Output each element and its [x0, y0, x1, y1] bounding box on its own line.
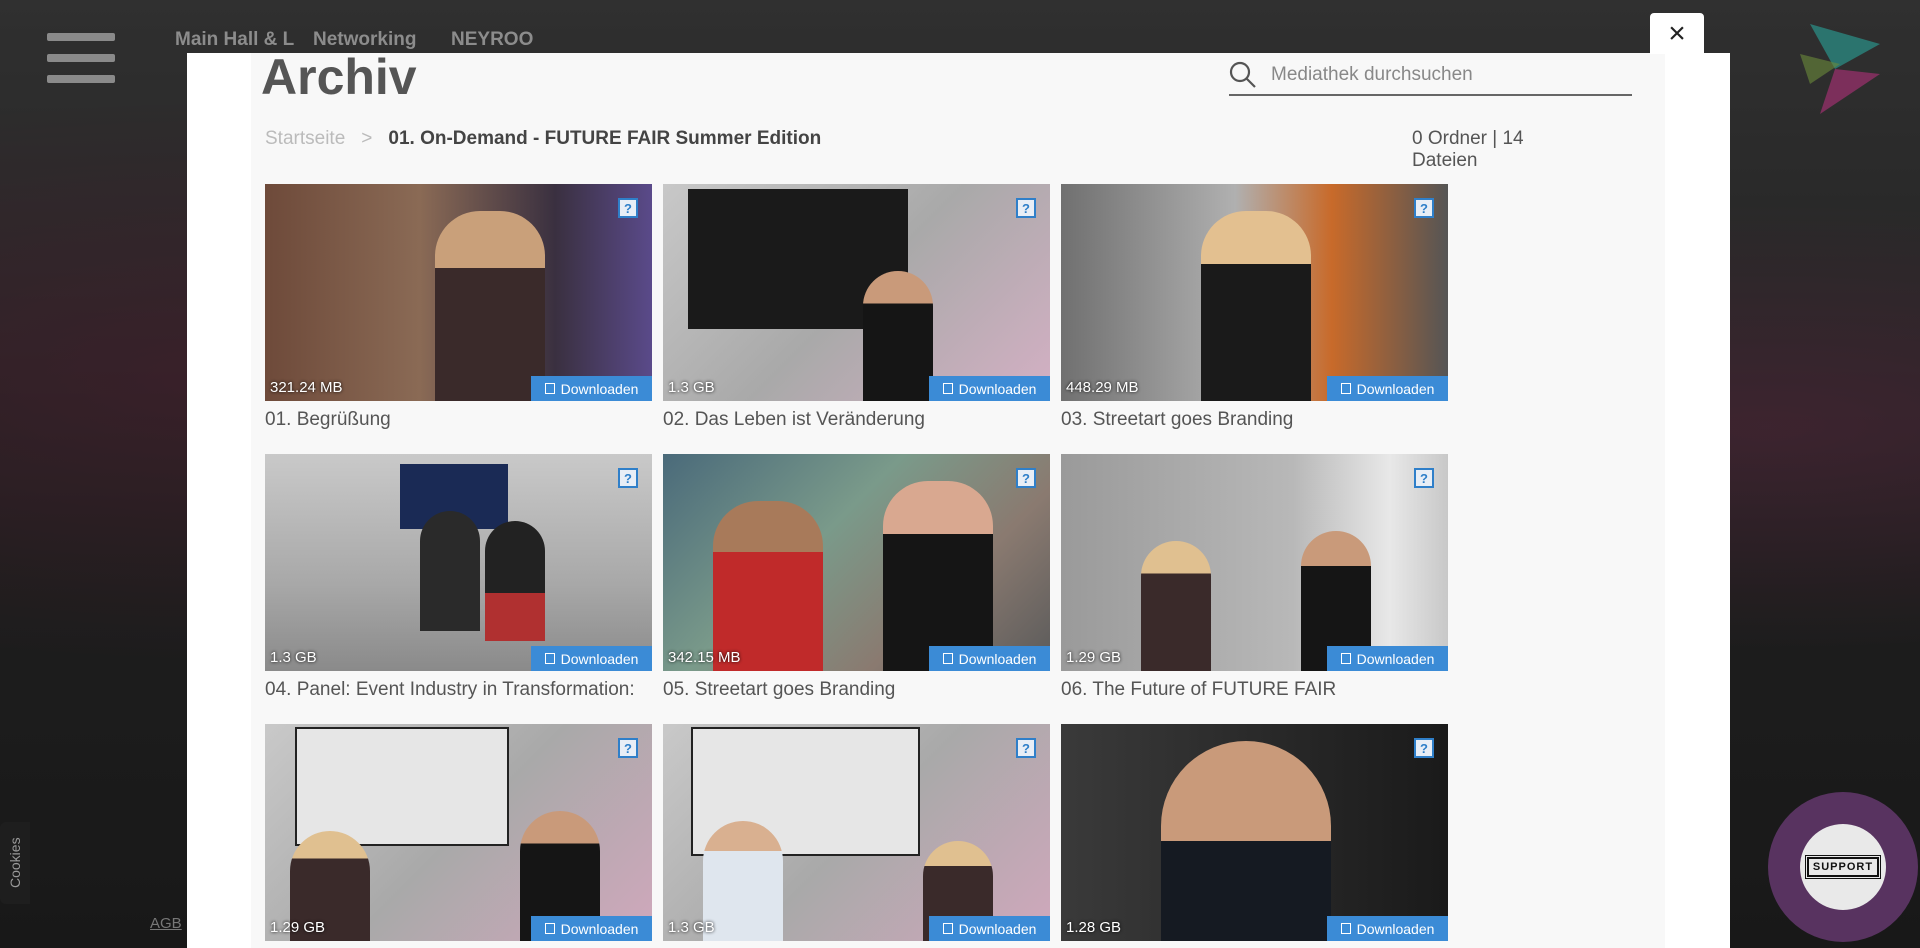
- file-size: 1.29 GB: [270, 919, 326, 936]
- download-icon: [942, 653, 953, 664]
- download-button[interactable]: Downloaden: [929, 646, 1050, 671]
- future-fair-logo-icon: [1800, 24, 1880, 114]
- breadcrumb-home[interactable]: Startseite: [265, 128, 345, 150]
- download-button[interactable]: Downloaden: [531, 376, 652, 401]
- download-label: Downloaden: [560, 650, 639, 667]
- download-button[interactable]: Downloaden: [1327, 376, 1448, 401]
- close-icon: ×: [1668, 16, 1686, 50]
- video-thumbnail[interactable]: ? 1.28 GB Downloaden: [1061, 724, 1448, 941]
- presenter-figure: [1141, 541, 1211, 671]
- media-card[interactable]: ? 1.29 GB Downloaden 06. The Future of F…: [1061, 454, 1448, 701]
- file-size: 321.24 MB: [270, 379, 343, 396]
- download-icon: [1340, 383, 1351, 394]
- video-thumbnail[interactable]: ? 321.24 MB Downloaden: [265, 184, 652, 401]
- media-title: 06. The Future of FUTURE FAIR: [1061, 679, 1337, 700]
- download-button[interactable]: Downloaden: [1327, 916, 1448, 941]
- question-icon[interactable]: ?: [1016, 738, 1036, 758]
- download-icon: [1340, 923, 1351, 934]
- presenter-figure: [863, 271, 933, 401]
- presenter-figure: [435, 211, 545, 401]
- download-label: Downloaden: [1356, 380, 1435, 397]
- media-title: 03. Streetart goes Branding: [1061, 409, 1294, 430]
- video-thumbnail[interactable]: ? 1.29 GB Downloaden: [265, 724, 652, 941]
- media-card[interactable]: ? 1.28 GB Downloaden: [1061, 724, 1448, 941]
- download-icon: [1340, 653, 1351, 664]
- presenter-figure: [1201, 211, 1311, 401]
- file-size: 1.3 GB: [668, 379, 715, 396]
- file-size: 1.29 GB: [1066, 649, 1122, 666]
- search-bar: [1229, 56, 1632, 96]
- question-icon[interactable]: ?: [1414, 468, 1434, 488]
- download-label: Downloaden: [958, 920, 1037, 937]
- media-card[interactable]: ? 1.29 GB Downloaden: [265, 724, 652, 941]
- download-button[interactable]: Downloaden: [1327, 646, 1448, 671]
- media-title: 04. Panel: Event Industry in Transformat…: [265, 679, 635, 700]
- media-card[interactable]: ? 321.24 MB Downloaden 01. Begrüßung: [265, 184, 652, 431]
- cookies-tab[interactable]: Cookies: [0, 822, 30, 904]
- question-icon[interactable]: ?: [1016, 468, 1036, 488]
- media-card[interactable]: ? 342.15 MB Downloaden 05. Streetart goe…: [663, 454, 1050, 701]
- media-title: 05. Streetart goes Branding: [663, 679, 896, 700]
- media-card[interactable]: ? 1.3 GB Downloaden: [663, 724, 1050, 941]
- question-icon[interactable]: ?: [1016, 198, 1036, 218]
- question-icon[interactable]: ?: [618, 468, 638, 488]
- speaker-figure: [1161, 741, 1331, 941]
- file-size: 1.3 GB: [270, 649, 317, 666]
- search-icon: [1229, 61, 1256, 88]
- support-button[interactable]: SUPPORT: [1768, 792, 1918, 942]
- video-thumbnail[interactable]: ? 1.3 GB Downloaden: [663, 724, 1050, 941]
- download-label: Downloaden: [560, 380, 639, 397]
- file-size: 342.15 MB: [668, 649, 741, 666]
- close-button[interactable]: ×: [1650, 13, 1704, 54]
- download-icon: [544, 653, 555, 664]
- download-button[interactable]: Downloaden: [929, 916, 1050, 941]
- download-button[interactable]: Downloaden: [929, 376, 1050, 401]
- file-size: 1.3 GB: [668, 919, 715, 936]
- breadcrumb-separator: >: [361, 128, 373, 149]
- presenter-figure: [703, 821, 783, 941]
- download-icon: [544, 383, 555, 394]
- download-label: Downloaden: [958, 380, 1037, 397]
- question-icon[interactable]: ?: [1414, 738, 1434, 758]
- file-size: 1.28 GB: [1066, 919, 1122, 936]
- support-label: SUPPORT: [1804, 855, 1882, 879]
- media-card[interactable]: ? 1.3 GB Downloaden 04. Panel: Event Ind…: [265, 454, 652, 701]
- file-count: 0 Ordner | 14 Dateien: [1412, 128, 1524, 171]
- agb-link[interactable]: AGB: [150, 915, 182, 932]
- page-title: Archiv: [261, 49, 417, 105]
- question-icon[interactable]: ?: [1414, 198, 1434, 218]
- file-size: 448.29 MB: [1066, 379, 1139, 396]
- breadcrumb: Startseite > 01. On-Demand - FUTURE FAIR…: [265, 128, 821, 150]
- download-label: Downloaden: [560, 920, 639, 937]
- menu-icon[interactable]: [47, 33, 115, 85]
- download-button[interactable]: Downloaden: [531, 916, 652, 941]
- video-thumbnail[interactable]: ? 1.29 GB Downloaden: [1061, 454, 1448, 671]
- nav-item-neyroo[interactable]: NEYROO: [451, 28, 541, 52]
- video-thumbnail[interactable]: ? 1.3 GB Downloaden: [663, 184, 1050, 401]
- download-button[interactable]: Downloaden: [531, 646, 652, 671]
- video-thumbnail[interactable]: ? 342.15 MB Downloaden: [663, 454, 1050, 671]
- question-icon[interactable]: ?: [618, 738, 638, 758]
- download-label: Downloaden: [1356, 920, 1435, 937]
- search-input[interactable]: [1269, 63, 1632, 87]
- media-card[interactable]: ? 448.29 MB Downloaden 03. Streetart goe…: [1061, 184, 1448, 431]
- panelist-figure: [420, 511, 480, 631]
- media-title: 01. Begrüßung: [265, 409, 391, 430]
- download-icon: [942, 923, 953, 934]
- support-badge: SUPPORT: [1800, 824, 1886, 910]
- speaker-figure: [883, 481, 993, 671]
- download-label: Downloaden: [1356, 650, 1435, 667]
- speaker-figure: [713, 501, 823, 671]
- download-label: Downloaden: [958, 650, 1037, 667]
- video-thumbnail[interactable]: ? 448.29 MB Downloaden: [1061, 184, 1448, 401]
- media-title: 02. Das Leben ist Veränderung: [663, 409, 925, 430]
- download-icon: [942, 383, 953, 394]
- display-screen: [295, 727, 509, 846]
- breadcrumb-current: 01. On-Demand - FUTURE FAIR Summer Editi…: [388, 128, 822, 149]
- question-icon[interactable]: ?: [618, 198, 638, 218]
- media-card[interactable]: ? 1.3 GB Downloaden 02. Das Leben ist Ve…: [663, 184, 1050, 431]
- video-thumbnail[interactable]: ? 1.3 GB Downloaden: [265, 454, 652, 671]
- download-icon: [544, 923, 555, 934]
- panelist-figure: [485, 521, 545, 641]
